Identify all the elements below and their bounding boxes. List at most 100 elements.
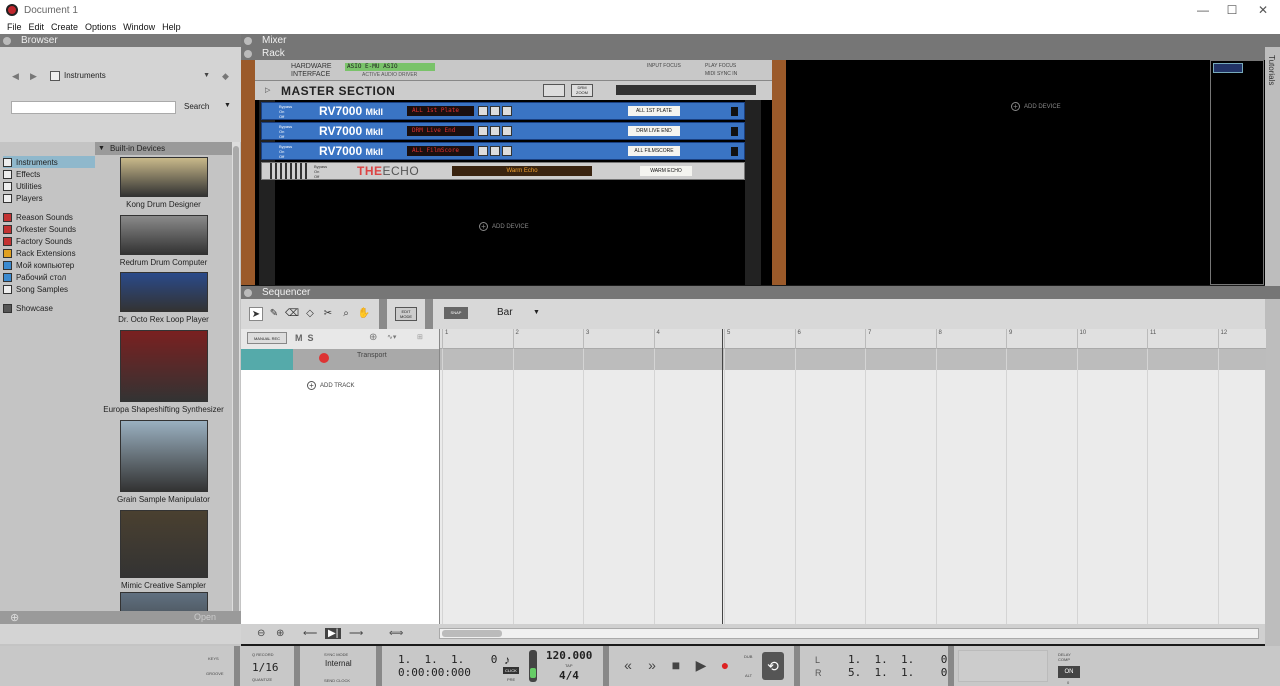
echo-handle[interactable] xyxy=(270,163,310,179)
tutorials-panel[interactable]: Tutorials xyxy=(1265,47,1280,646)
location-item[interactable]: Utilities xyxy=(3,180,95,192)
bypass-switch[interactable]: Bypass On Off xyxy=(279,144,292,159)
dub-button[interactable]: DUB xyxy=(744,654,752,659)
device-menu-icon[interactable] xyxy=(731,127,738,136)
play-icon[interactable]: ▶ xyxy=(690,654,712,676)
fast-forward-icon[interactable]: » xyxy=(641,654,663,676)
patch-save-icon[interactable] xyxy=(502,126,512,136)
add-device-button[interactable]: + ADD DEVICE xyxy=(479,222,529,231)
right-locator[interactable]: 5. 1. 1. 0 xyxy=(848,666,947,679)
location-item[interactable]: Orkester Sounds xyxy=(3,223,95,235)
hardware-interface[interactable]: HARDWARE INTERFACE ASIO E-MU ASIO ACTIVE… xyxy=(255,60,772,80)
patch-display[interactable]: DRM Live End xyxy=(407,126,474,136)
metronome-icon[interactable]: ♪ xyxy=(504,653,510,667)
location-item[interactable]: Мой компьютер xyxy=(3,259,95,271)
location-item[interactable]: Effects xyxy=(3,168,95,180)
arrange-view[interactable]: 1 2 3 4 5 6 7 8 9 10 11 12 xyxy=(439,329,1266,624)
menu-window[interactable]: Window xyxy=(123,22,155,32)
patch-folder-icon[interactable] xyxy=(490,126,500,136)
rack-navigator[interactable] xyxy=(1210,60,1264,285)
zoom-fit-icon[interactable]: ⟺ xyxy=(389,628,403,639)
snap-button[interactable]: SNAP xyxy=(444,307,468,319)
zoom-out-icon[interactable]: ⊖ xyxy=(257,628,265,639)
location-item[interactable]: Showcase xyxy=(3,302,95,314)
delay-comp-on-button[interactable]: ON xyxy=(1058,666,1080,678)
echo-bypass-switch[interactable]: Bypass On Off xyxy=(314,164,327,179)
arrange-h-scrollbar[interactable] xyxy=(439,628,1259,639)
pencil-tool-icon[interactable]: ✎ xyxy=(267,307,281,321)
patch-browse-icon[interactable] xyxy=(478,106,488,116)
mute-tool-icon[interactable]: ✂ xyxy=(321,307,335,321)
device-item[interactable]: Kong Drum Designer xyxy=(95,157,232,209)
play-focus-label[interactable]: PLAY FOCUS xyxy=(705,63,736,69)
device-menu-icon[interactable] xyxy=(731,147,738,156)
patch-save-icon[interactable] xyxy=(502,146,512,156)
patch-folder-icon[interactable] xyxy=(490,146,500,156)
song-position-marker[interactable] xyxy=(722,329,723,624)
magnify-tool-icon[interactable]: ⌕ xyxy=(339,307,353,321)
echo-patch-display[interactable]: Warm Echo xyxy=(452,166,592,176)
device-item[interactable]: Grain Sample Manipulator xyxy=(95,420,232,504)
eraser-tool-icon[interactable]: ⌫ xyxy=(285,307,299,321)
rack-grip-icon[interactable] xyxy=(244,49,252,58)
open-button[interactable]: Open xyxy=(194,612,216,622)
arrange-transport-lane[interactable] xyxy=(440,349,1266,370)
click-button[interactable]: CLICK xyxy=(503,667,519,674)
browser-scrollbar[interactable] xyxy=(232,142,240,644)
mixer-header[interactable]: Mixer xyxy=(241,34,1280,47)
the-echo-device[interactable]: Bypass On Off THEECHO Warm Echo WARM ECH… xyxy=(261,162,745,180)
sync-mode-select[interactable]: Internal xyxy=(325,659,352,668)
song-position[interactable]: 1. 1. 1. 0 xyxy=(398,653,497,666)
search-input[interactable] xyxy=(11,101,176,114)
groove-label[interactable]: GROOVE xyxy=(206,671,224,676)
pre-label[interactable]: PRE xyxy=(507,677,515,682)
location-item[interactable]: Reason Sounds xyxy=(3,211,95,223)
patch-browse-icon[interactable] xyxy=(478,126,488,136)
master-waveform-icon[interactable] xyxy=(543,84,565,97)
rv7000-device[interactable]: Bypass On Off RV7000 MkII ALL FilmScore ALL… xyxy=(261,142,745,160)
record-icon[interactable]: ● xyxy=(714,654,736,676)
device-item[interactable]: Mimic Creative Sampler xyxy=(95,510,232,590)
time-signature[interactable]: 4/4 xyxy=(559,669,579,682)
menu-file[interactable]: File xyxy=(7,22,22,32)
bypass-switch[interactable]: Bypass On Off xyxy=(279,104,292,119)
location-item[interactable]: Instruments xyxy=(3,156,95,168)
location-item[interactable]: Factory Sounds xyxy=(3,235,95,247)
zoom-slider-right-icon[interactable]: ⟶ xyxy=(349,628,363,639)
patch-display[interactable]: ALL 1st Plate xyxy=(407,106,474,116)
left-locator[interactable]: 1. 1. 1. 0 xyxy=(848,653,947,666)
keys-label[interactable]: KEYS xyxy=(208,656,219,661)
sequencer-grip-icon[interactable] xyxy=(244,288,252,297)
menu-options[interactable]: Options xyxy=(85,22,116,32)
scrollbar-thumb[interactable] xyxy=(233,146,239,636)
up-arrow-icon[interactable]: ◆ xyxy=(222,71,229,82)
zoom-slider-left-icon[interactable]: ⟵ xyxy=(303,628,317,639)
menu-help[interactable]: Help xyxy=(162,22,181,32)
location-item[interactable]: Song Samples xyxy=(3,283,95,295)
menu-edit[interactable]: Edit xyxy=(29,22,45,32)
transport-track-selector[interactable] xyxy=(241,349,293,370)
add-device-button-right[interactable]: + ADD DEVICE xyxy=(1011,102,1061,111)
tap-button[interactable]: TAP xyxy=(565,663,572,668)
zoom-slider-thumb-icon[interactable]: ▶| xyxy=(325,628,342,639)
input-focus-label[interactable]: INPUT FOCUS xyxy=(647,63,681,69)
master-fold-triangle-icon[interactable]: ▷ xyxy=(265,86,270,94)
quantize-value[interactable]: 1/16 xyxy=(252,661,279,674)
add-location-icon[interactable]: ⊕ xyxy=(10,611,19,624)
q-record-label[interactable]: Q RECORD xyxy=(252,652,274,657)
collapse-grip-icon[interactable] xyxy=(3,36,11,45)
send-clock-label[interactable]: SEND CLOCK xyxy=(324,678,350,683)
browser-header[interactable]: Browser xyxy=(0,34,241,47)
tempo-value[interactable]: 120.000 xyxy=(546,649,592,662)
devices-header[interactable]: ▼ Built-in Devices xyxy=(95,142,232,155)
patch-folder-icon[interactable] xyxy=(490,106,500,116)
razor-tool-icon[interactable]: ◇ xyxy=(303,307,317,321)
close-button[interactable]: ✕ xyxy=(1248,0,1278,20)
location-select[interactable]: Instruments ▼ xyxy=(50,68,214,83)
sequencer-header[interactable]: Sequencer xyxy=(241,286,1280,299)
rack-navigator-view[interactable] xyxy=(1213,63,1243,73)
minimize-button[interactable]: — xyxy=(1188,0,1218,20)
master-section[interactable]: ▷ MASTER SECTION DRM ZOOM xyxy=(255,80,772,100)
device-menu-icon[interactable] xyxy=(731,107,738,116)
maximize-button[interactable]: ☐ xyxy=(1217,0,1247,20)
